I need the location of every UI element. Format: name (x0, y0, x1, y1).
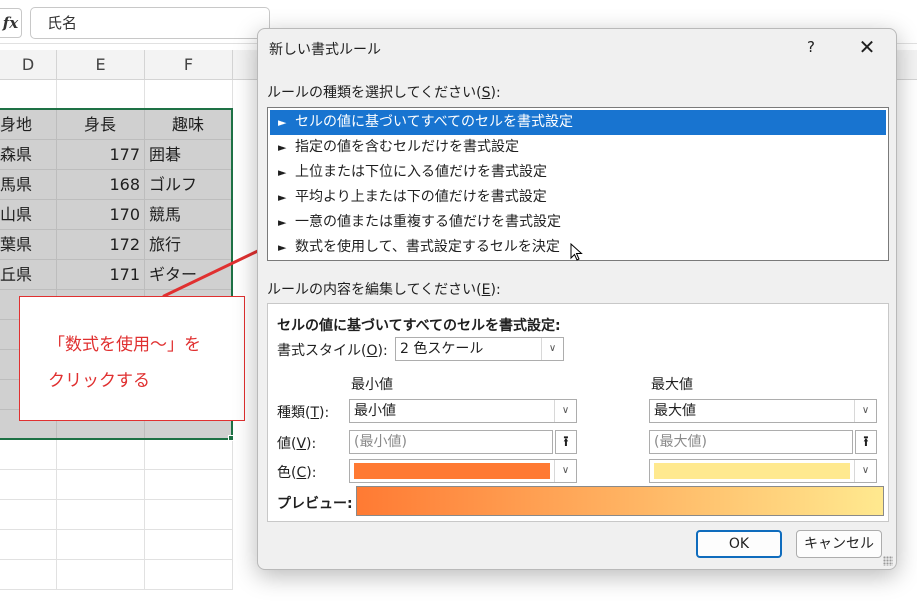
max-color-picker[interactable]: ∨ (649, 459, 877, 483)
max-type-select[interactable]: 最大値 ∨ (649, 399, 877, 423)
cell[interactable] (145, 440, 233, 470)
rule-type-item-formula[interactable]: ► 数式を使用して、書式設定するセルを決定 (270, 235, 886, 261)
rule-type-item[interactable]: ► 指定の値を含むセルだけを書式設定 (270, 135, 886, 160)
cell[interactable]: 172 (57, 230, 145, 260)
cell[interactable]: 葉県 (0, 230, 57, 260)
arrow-right-icon: ► (278, 216, 287, 229)
cell[interactable] (0, 470, 57, 500)
arrow-right-icon: ► (278, 191, 287, 204)
arrow-right-icon: ► (278, 116, 287, 129)
arrow-right-icon: ► (278, 141, 287, 154)
callout-text-line-2: クリックする (48, 371, 150, 391)
rule-type-label: ルールの種類を選択してください(S): (267, 85, 501, 101)
cell[interactable]: 競馬 (145, 200, 233, 230)
cell[interactable] (0, 530, 57, 560)
min-color-picker[interactable]: ∨ (349, 459, 577, 483)
range-select-icon[interactable]: ⭱ (855, 430, 877, 454)
cancel-button[interactable]: キャンセル (796, 530, 882, 558)
cell[interactable]: ゴルフ (145, 170, 233, 200)
instruction-callout: 「数式を使用～」を クリックする (19, 296, 245, 421)
cell[interactable] (57, 470, 145, 500)
cell[interactable] (0, 440, 57, 470)
cell[interactable] (57, 530, 145, 560)
chevron-down-icon: ∨ (854, 400, 876, 422)
format-style-select[interactable]: 2 色スケール ∨ (395, 337, 564, 361)
cell[interactable]: 囲碁 (145, 140, 233, 170)
cell[interactable] (57, 440, 145, 470)
edit-rule-label: ルールの内容を編集してください(E): (267, 282, 501, 298)
max-header: 最大値 (651, 377, 693, 393)
cell[interactable]: 171 (57, 260, 145, 290)
insert-function-button[interactable]: fx (0, 8, 22, 38)
column-header-f[interactable]: F (145, 50, 233, 80)
chevron-down-icon: ∨ (554, 400, 576, 422)
new-formatting-rule-dialog: 新しい書式ルール ? ✕ ルールの種類を選択してください(S): ► セルの値に基… (257, 28, 897, 570)
max-value-input[interactable]: (最大値) (649, 430, 853, 454)
arrow-right-icon: ► (278, 166, 287, 179)
cell[interactable] (57, 500, 145, 530)
close-icon[interactable]: ✕ (854, 35, 880, 59)
min-color-swatch (354, 463, 550, 479)
cell[interactable]: 177 (57, 140, 145, 170)
chevron-down-icon: ∨ (854, 460, 876, 482)
cell[interactable]: 168 (57, 170, 145, 200)
chevron-down-icon: ∨ (541, 338, 563, 360)
resize-grip-icon[interactable] (883, 556, 893, 566)
callout-text-line-1: 「数式を使用～」を (48, 335, 201, 355)
arrow-right-icon: ► (278, 241, 287, 254)
min-value-input[interactable]: (最小値) (349, 430, 553, 454)
value-label: 値(V): (277, 436, 317, 452)
color-label: 色(C): (277, 465, 317, 481)
fill-handle[interactable] (228, 435, 234, 441)
rule-type-item[interactable]: ► セルの値に基づいてすべてのセルを書式設定 (270, 110, 886, 135)
formula-input[interactable]: 氏名 (30, 7, 270, 39)
cell[interactable] (0, 80, 57, 110)
cell-d-header[interactable]: 身地 (0, 110, 57, 140)
min-type-select[interactable]: 最小値 ∨ (349, 399, 577, 423)
cell[interactable]: 森県 (0, 140, 57, 170)
cell[interactable] (0, 560, 57, 590)
type-label: 種類(T): (277, 405, 330, 421)
panel-heading: セルの値に基づいてすべてのセルを書式設定: (277, 318, 561, 334)
cell[interactable] (145, 530, 233, 560)
cell-e-header[interactable]: 身長 (57, 110, 145, 140)
cell[interactable] (145, 560, 233, 590)
range-select-icon[interactable]: ⭱ (555, 430, 577, 454)
cell[interactable]: 170 (57, 200, 145, 230)
column-header-d[interactable]: D (0, 50, 57, 80)
cell[interactable]: 山県 (0, 200, 57, 230)
preview-label: プレビュー: (277, 496, 353, 512)
chevron-down-icon: ∨ (554, 460, 576, 482)
cell[interactable] (145, 470, 233, 500)
preview-gradient (356, 486, 884, 516)
dialog-title: 新しい書式ルール (269, 42, 381, 58)
rule-type-item[interactable]: ► 平均より上または下の値だけを書式設定 (270, 185, 886, 210)
mouse-cursor-icon (570, 243, 583, 261)
rule-type-item[interactable]: ► 上位または下位に入る値だけを書式設定 (270, 160, 886, 185)
ok-button[interactable]: OK (696, 530, 782, 558)
rule-type-list[interactable]: ► セルの値に基づいてすべてのセルを書式設定 ► 指定の値を含むセルだけを書式設定 … (267, 107, 889, 261)
cell[interactable]: 馬県 (0, 170, 57, 200)
format-style-label: 書式スタイル(O): (277, 343, 388, 359)
cell[interactable]: 丘県 (0, 260, 57, 290)
rule-edit-panel: セルの値に基づいてすべてのセルを書式設定: 書式スタイル(O): 2 色スケール… (267, 303, 889, 522)
column-header-e[interactable]: E (57, 50, 145, 80)
cell[interactable] (145, 80, 233, 110)
cell[interactable] (57, 560, 145, 590)
cell[interactable] (0, 500, 57, 530)
cell-f-header[interactable]: 趣味 (145, 110, 233, 140)
rule-type-item[interactable]: ► 一意の値または重複する値だけを書式設定 (270, 210, 886, 235)
min-header: 最小値 (351, 377, 393, 393)
help-button[interactable]: ? (798, 35, 824, 59)
max-color-swatch (654, 463, 850, 479)
cell[interactable] (57, 80, 145, 110)
cell[interactable] (145, 500, 233, 530)
